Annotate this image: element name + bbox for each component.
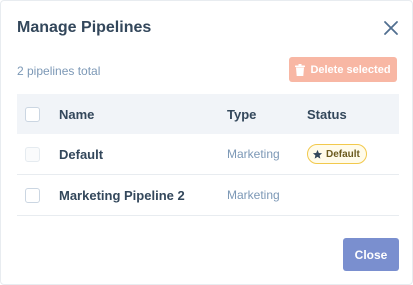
delete-selected-button[interactable]: Delete selected xyxy=(289,57,397,82)
pipeline-count: 2 pipelines total xyxy=(17,64,101,78)
status-badge-label: Default xyxy=(326,148,360,160)
manage-pipelines-dialog: Manage Pipelines 2 pipelines total Delet… xyxy=(0,0,413,285)
pipeline-type: Marketing xyxy=(227,147,280,161)
select-all-checkbox[interactable] xyxy=(25,106,40,122)
pipeline-type: Marketing xyxy=(227,188,280,202)
row-checkbox xyxy=(25,146,40,162)
close-button[interactable]: Close xyxy=(343,238,399,271)
pipeline-name: Default xyxy=(59,146,104,162)
select-all-cell xyxy=(17,106,59,122)
default-status-badge: Default xyxy=(307,144,367,164)
row-select-cell xyxy=(17,187,59,203)
table-header: Name Type Status xyxy=(17,94,399,134)
row-select-cell xyxy=(17,146,59,162)
column-header-name[interactable]: Name xyxy=(59,107,227,122)
column-header-status[interactable]: Status xyxy=(307,107,399,122)
delete-selected-label: Delete selected xyxy=(310,63,391,76)
close-icon[interactable] xyxy=(382,19,400,37)
pipeline-name: Marketing Pipeline 2 xyxy=(59,187,185,203)
table-toolbar: 2 pipelines total Delete selected xyxy=(17,57,397,82)
pipelines-table: Name Type Status Default Marketing Defau… xyxy=(17,94,399,216)
column-header-type[interactable]: Type xyxy=(227,107,307,122)
row-checkbox[interactable] xyxy=(25,187,40,203)
dialog-title: Manage Pipelines xyxy=(17,19,152,36)
table-row[interactable]: Marketing Pipeline 2 Marketing xyxy=(17,175,399,216)
star-icon xyxy=(312,149,323,160)
table-row: Default Marketing Default xyxy=(17,134,399,175)
pipeline-status: Default xyxy=(307,144,399,164)
trash-icon xyxy=(295,63,306,76)
